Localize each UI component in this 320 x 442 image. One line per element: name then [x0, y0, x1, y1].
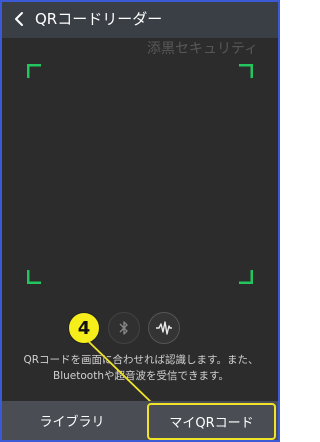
- my-qr-code-button[interactable]: マイQRコード: [147, 403, 276, 440]
- watermark-text: 添黒セキュリティ: [147, 41, 259, 57]
- scan-frame-corners: [27, 64, 253, 284]
- chevron-left-icon: [15, 12, 23, 26]
- corner-bottom-left: [27, 270, 41, 284]
- sound-wave-icon: [156, 321, 172, 335]
- back-button[interactable]: [8, 8, 30, 30]
- bottom-bar: ライブラリ マイQRコード: [2, 401, 278, 440]
- corner-top-left: [27, 64, 41, 78]
- corner-top-right: [239, 64, 253, 78]
- sound-wave-button[interactable]: [148, 312, 180, 344]
- qr-reader-screen: QRコードリーダー 添黒セキュリティ 4 QRコードを画面に合わせれば認識します…: [0, 0, 280, 442]
- bluetooth-button[interactable]: [108, 312, 140, 344]
- corner-bottom-right: [239, 270, 253, 284]
- scan-area: [27, 64, 253, 284]
- instruction-text: QRコードを画面に合わせれば認識します。また、Bluetoothや超音波を受信で…: [23, 354, 259, 382]
- library-button[interactable]: ライブラリ: [2, 401, 142, 440]
- bluetooth-icon: [119, 321, 128, 335]
- page-title: QRコードリーダー: [35, 10, 163, 28]
- annotation-badge: 4: [68, 312, 100, 344]
- app-header: QRコードリーダー: [2, 2, 278, 38]
